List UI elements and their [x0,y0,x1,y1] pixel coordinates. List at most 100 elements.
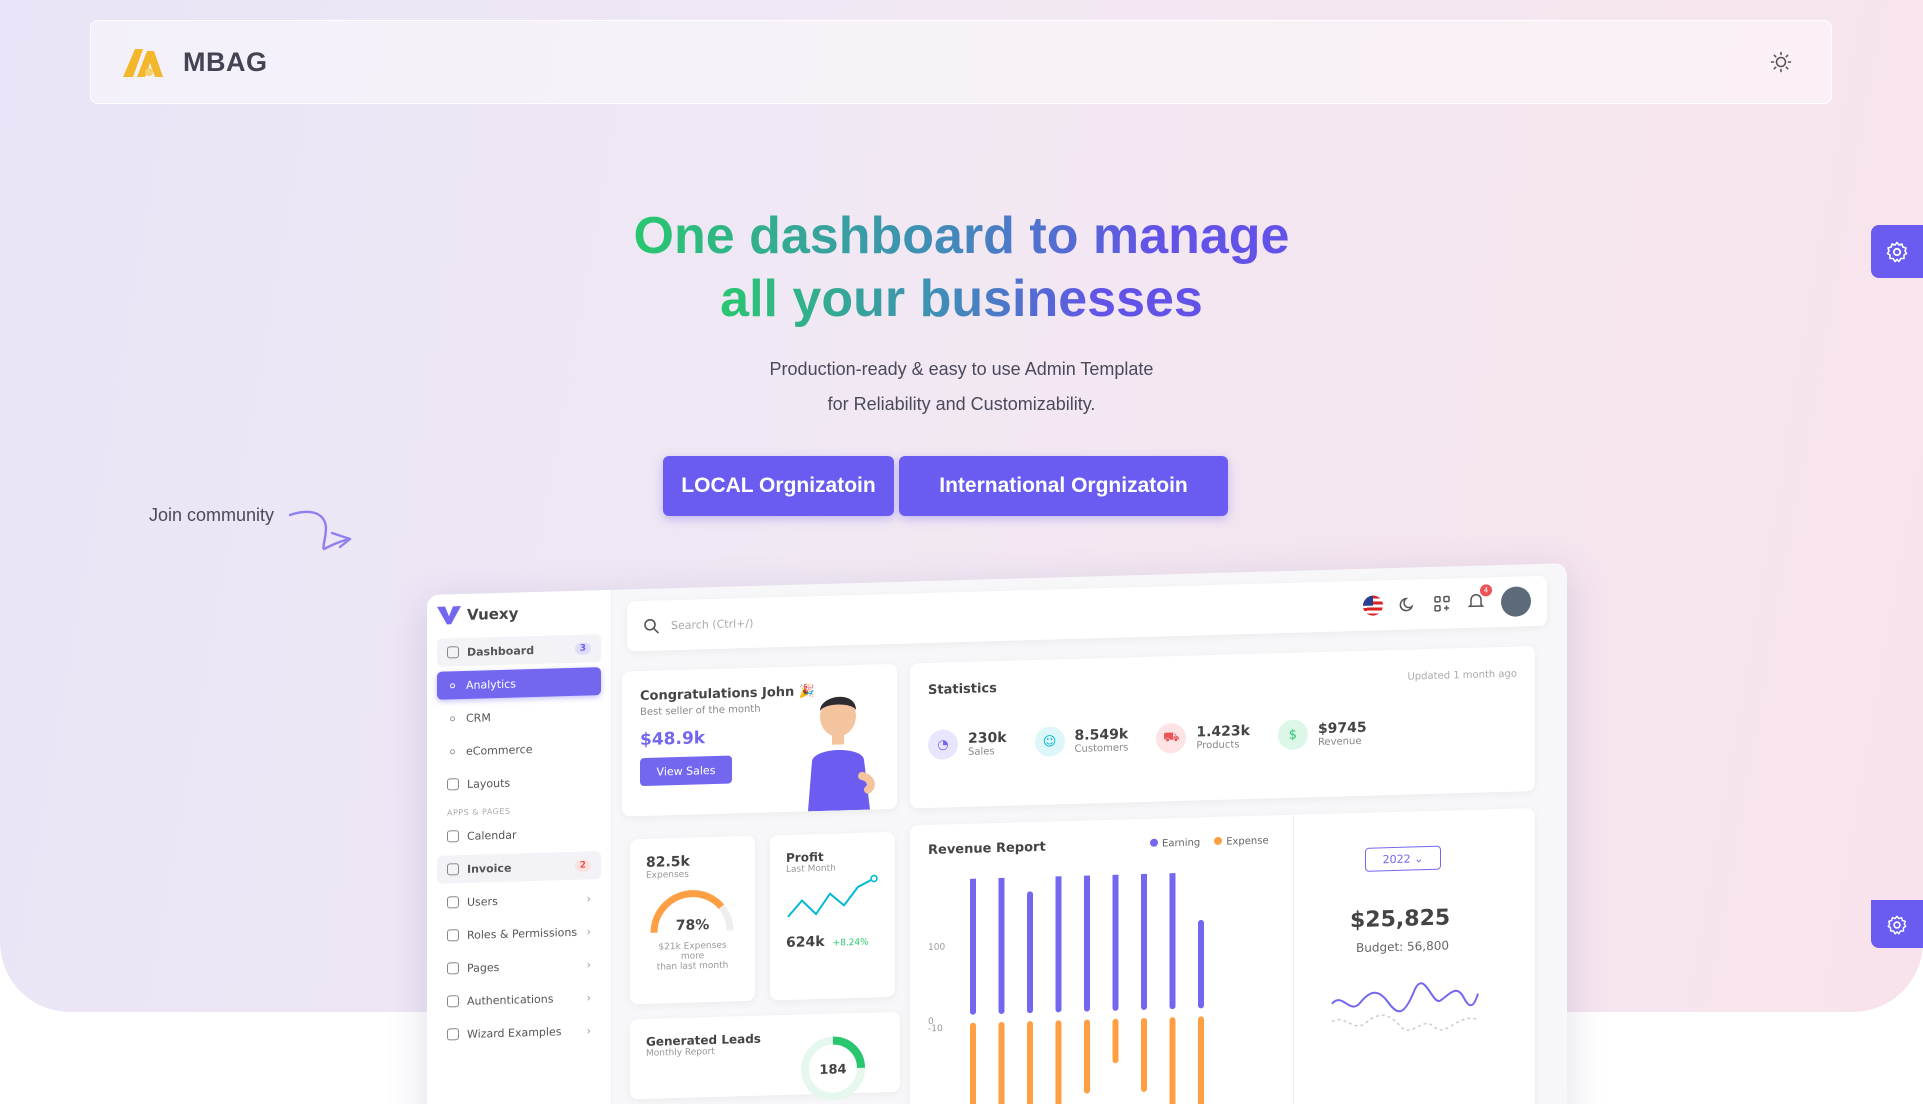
file-icon [447,863,459,876]
expenses-card: 82.5k Expenses 78% $21k Expenses more th… [630,835,755,1005]
earning-bar [1055,872,1062,1013]
expense-bar [1198,1016,1204,1104]
expenses-gauge: 78% [650,890,734,934]
sidebar-item-label: Invoice [467,861,512,876]
earning-bar [1169,869,1176,1010]
navbar: MBAG [90,20,1832,104]
sidebar-item-label: Users [467,894,498,909]
earning-bar [1198,919,1204,1009]
sidebar-item-ecommerce[interactable]: eCommerce [437,733,601,766]
sidebar-item-pages[interactable]: Pages › [437,950,601,983]
sun-icon [1770,51,1792,73]
profit-value: 624k [786,933,825,951]
settings-icon [447,929,459,942]
hero-subtitle: Production-ready & easy to use Admin Tem… [0,352,1923,422]
sidebar-item-label: Dashboard [467,643,535,659]
expense-bar [1141,1017,1147,1092]
stat-label: Sales [968,745,995,758]
notification-count-badge: 4 [1480,584,1492,597]
preview-brand-name: Vuexy [467,604,519,624]
calendar-icon [447,830,459,843]
home-icon [447,646,459,659]
wizard-icon [447,1028,459,1041]
y-tick-label: -10 [928,1024,943,1034]
international-organization-button[interactable]: International Orgnizatoin [899,456,1228,516]
expense-bar [998,1021,1005,1104]
budget-sparkline [1331,982,1479,1031]
profit-change: +8.24% [832,937,869,949]
stat-value: 230k [968,729,1007,747]
stat-revenue: $ $9745 Revenue [1277,718,1367,751]
expenses-note-line2: than last month [656,960,729,973]
statistics-row: ◔ 230k Sales ☺ 8.549k Customers ⛟ 1.423k… [928,714,1517,761]
sidebar-item-label: Wizard Examples [467,1024,562,1041]
legend-expense: Expense [1214,835,1269,848]
gear-icon [1887,915,1907,935]
earning-bar [998,869,1005,1014]
sidebar-item-roles[interactable]: Roles & Permissions › [437,917,601,950]
earning-bar [1112,869,1119,1011]
preview-search-input[interactable]: Search (Ctrl+/) [671,616,753,631]
sidebar-item-label: Layouts [467,776,511,791]
stat-value: 1.423k [1196,722,1250,741]
sidebar-item-users[interactable]: Users › [437,884,601,917]
sidebar-item-label: Analytics [466,677,516,692]
sidebar-item-wizard[interactable]: Wizard Examples › [437,1016,601,1049]
leads-ring-value: 184 [819,1062,846,1078]
stat-products: ⛟ 1.423k Products [1156,721,1250,754]
sidebar-item-layouts[interactable]: Layouts [437,766,601,799]
sidebar-item-label: eCommerce [466,742,533,758]
expense-bar [1027,1021,1033,1104]
sidebar-item-label: Roles & Permissions [467,925,578,942]
sidebar-item-analytics[interactable]: Analytics [437,667,601,700]
layout-icon [447,778,459,791]
stat-customers: ☺ 8.549k Customers [1034,724,1129,758]
customizer-settings-button-secondary[interactable] [1871,900,1923,948]
sidebar-item-label: Calendar [467,828,517,843]
sidebar-item-label: Pages [467,960,500,975]
local-organization-button[interactable]: LOCAL Orgnizatoin [663,456,894,516]
earning-bar [1027,891,1033,1014]
users-icon [447,896,459,909]
chevron-right-icon: › [586,891,591,906]
expense-bar [1169,1017,1176,1104]
earning-bar [1141,869,1147,1010]
view-sales-button[interactable]: View Sales [640,755,732,787]
stat-label: Products [1196,738,1240,752]
preview-topbar-icons: 4 [1363,584,1531,621]
brand-name: MBAG [183,46,268,77]
hero-cta-group: LOCAL Orgnizatoin International Orgnizat… [663,456,1228,516]
dashboard-preview-frame: Vuexy Dashboard 3 Analytics CRM eCommerc… [427,563,1567,1104]
stat-value: 8.549k [1074,725,1129,744]
apps-grid-icon[interactable] [1433,594,1451,613]
stat-value: $9745 [1317,719,1367,737]
avatar[interactable] [1501,586,1531,618]
hero-headline: One dashboard to manage all your busines… [0,205,1923,331]
expense-bar [1084,1019,1090,1094]
brand[interactable]: MBAG [121,45,268,79]
curved-arrow-icon [288,510,352,551]
year-select[interactable]: 2022 ⌄ [1365,845,1441,872]
sidebar-item-invoice[interactable]: Invoice 2 [437,851,601,884]
brand-logo-icon [123,49,163,77]
revenue-divider [1293,814,1294,1104]
sidebar-item-crm[interactable]: CRM [437,700,601,733]
dashboard-count-badge: 3 [574,642,591,655]
expenses-percent: 78% [676,917,710,934]
moon-icon[interactable] [1399,595,1417,614]
profit-sparkline [787,874,878,918]
sidebar-item-dashboard[interactable]: Dashboard 3 [437,634,601,667]
join-community-link[interactable]: Join community [149,505,274,526]
sidebar-item-calendar[interactable]: Calendar [437,818,601,851]
theme-toggle-button[interactable] [1761,42,1801,82]
stat-label: Revenue [1317,735,1362,748]
person-illustration [808,696,875,812]
us-flag-icon[interactable] [1363,595,1383,616]
preview-sidebar: Vuexy Dashboard 3 Analytics CRM eCommerc… [427,589,612,1104]
expenses-note-line1: $21k Expenses more [658,940,727,962]
notifications-button[interactable]: 4 [1467,584,1492,614]
statistics-card: Statistics Updated 1 month ago ◔ 230k Sa… [910,646,1535,809]
sidebar-item-authentications[interactable]: Authentications › [437,983,601,1016]
vuexy-logo-icon [437,606,461,625]
dashboard-preview: Vuexy Dashboard 3 Analytics CRM eCommerc… [427,563,1567,1104]
